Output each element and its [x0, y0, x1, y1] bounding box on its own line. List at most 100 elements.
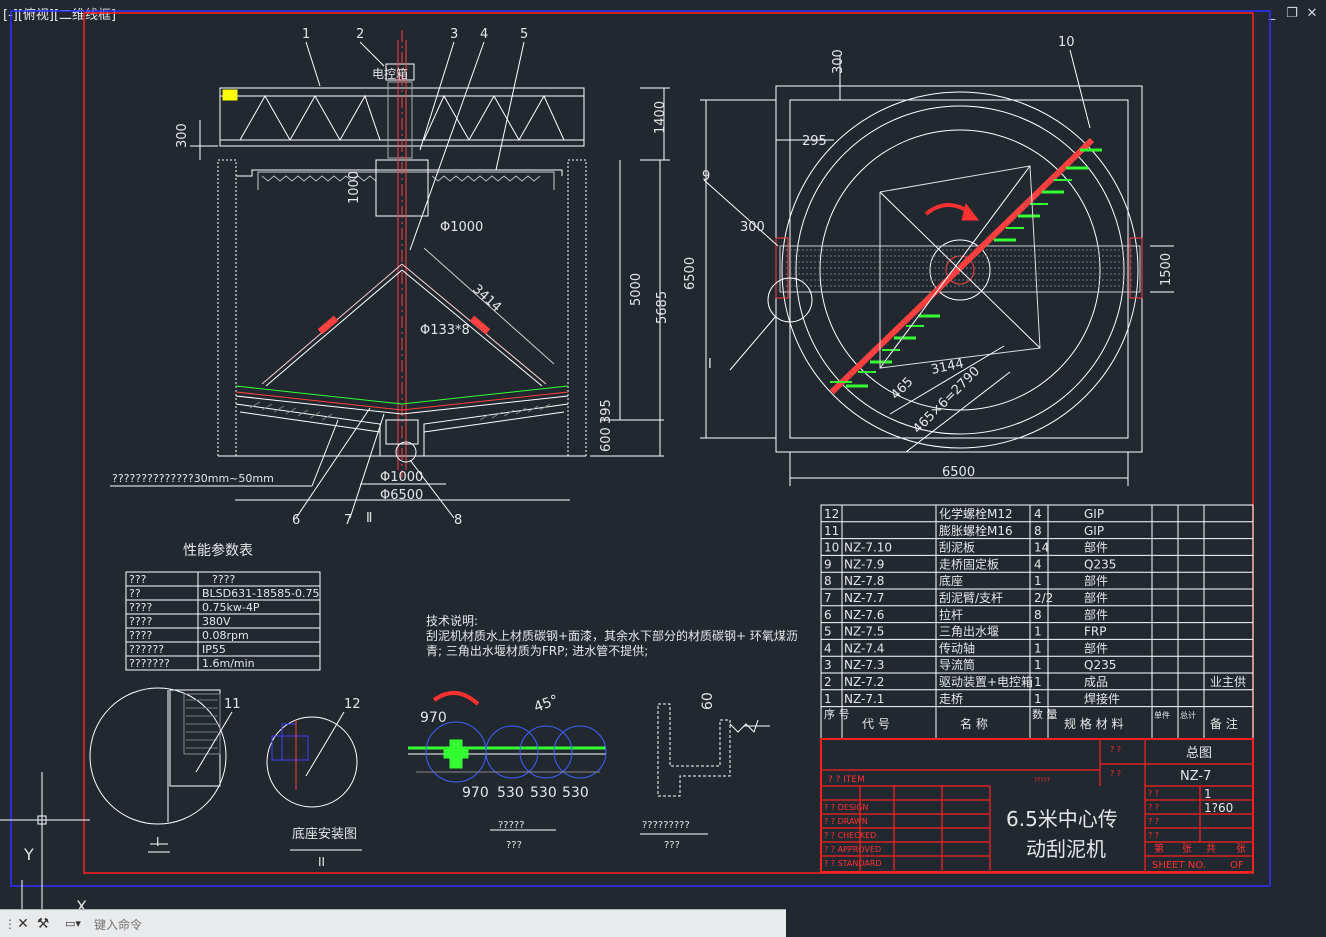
dim-3144: 3144	[930, 356, 965, 378]
bom-cell-no: 8	[824, 574, 832, 588]
callout-11: 11	[224, 697, 241, 712]
bom-cell-qty: 4	[1034, 557, 1042, 571]
tb-standard: ? ? STANDARD	[824, 859, 882, 868]
tb-sheet-b: 张	[1182, 843, 1192, 855]
tb-sheet-d: 张	[1236, 843, 1246, 855]
bom-cell-material: GIP	[1084, 507, 1104, 521]
drag-handle-icon[interactable]: ⋮	[4, 916, 16, 932]
tb-item-label: ? ? ITEM	[828, 775, 865, 785]
callout-5: 5	[520, 27, 528, 42]
command-history-icon[interactable]: ▭▾	[60, 915, 86, 933]
dim-phi1000-bottom: Φ1000	[380, 470, 423, 485]
callout-8: 8	[454, 513, 462, 528]
callout-6: 6	[292, 513, 300, 528]
bom-header-name: 名 称	[960, 716, 988, 731]
dim-1000: 1000	[347, 171, 362, 204]
dim-295: 295	[802, 134, 827, 149]
bom-cell-code: NZ-7.3	[844, 658, 884, 672]
bom-cell-no: 7	[824, 591, 832, 605]
detail-II-title: 底座安装图	[292, 826, 357, 842]
bom-cell-name: 膨胀螺栓M16	[939, 523, 1013, 538]
dim-phi6500: Φ6500	[380, 488, 423, 503]
perf-row-value: IP55	[202, 643, 226, 656]
bom-header-single: 单件	[1154, 710, 1170, 720]
bom-cell-material: GIP	[1084, 524, 1104, 538]
tb-design: ? ? DESIGN	[824, 803, 868, 812]
bom-cell-material: FRP	[1084, 625, 1106, 639]
dim-6500-vertical: 6500	[683, 257, 698, 290]
close-icon[interactable]: ✕	[14, 915, 32, 933]
bom-cell-name: 化学螺栓M12	[939, 506, 1013, 521]
wrench-icon[interactable]: ⚒	[34, 915, 52, 933]
bom-cell-no: 12	[824, 507, 839, 521]
tb-amount-label: ? ?	[1148, 789, 1159, 798]
scraper-dim-530-c: 530	[562, 785, 589, 801]
perf-row-label: ??	[129, 587, 141, 600]
bom-cell-material: 部件	[1084, 607, 1108, 622]
drawing-canvas[interactable]: 1 2 3 4 5 6 7 8 电控箱 300 1400 1000 Φ1000 …	[0, 0, 1326, 937]
scraper-dim-970: 970	[462, 785, 489, 801]
dim-300-left: 300	[740, 220, 765, 235]
ucs-y-label: Y	[23, 845, 34, 864]
tech-notes-line2: 青; 三角出水堰材质为FRP; 进水管不提供;	[426, 643, 648, 658]
dim-300-top: 300	[831, 49, 846, 74]
tank-wall-left	[217, 159, 237, 457]
tb-amount: 1	[1204, 787, 1212, 801]
perf-row-value: ????	[212, 573, 236, 586]
dim-1500: 1500	[1159, 253, 1174, 286]
bom-cell-no: 6	[824, 608, 832, 622]
callout-I: I	[708, 357, 712, 372]
bom-cell-code: NZ-7.9	[844, 557, 884, 571]
dim-5685: 5685	[655, 291, 670, 324]
bom-cell-material: 焊接件	[1084, 691, 1120, 706]
callout-10: 10	[1058, 35, 1075, 50]
bom-cell-name: 导流筒	[939, 657, 975, 672]
bom-cell-note: 业主供	[1210, 675, 1246, 689]
bom-cell-name: 走桥	[939, 692, 963, 706]
perf-row-value: 380V	[202, 615, 231, 628]
bom-cell-code: NZ-7.8	[844, 574, 884, 588]
bom-cell-code: NZ-7.2	[844, 675, 884, 689]
bom-header-qty: 数 量	[1032, 708, 1058, 721]
scraper-dim-45deg: 45°	[532, 692, 561, 716]
dim-600: 600	[599, 427, 614, 452]
tech-notes-line1: 刮泥机材质水上材质碳钢+面漆，其余水下部分的材质碳钢+ 环氧煤沥	[426, 628, 798, 643]
bom-cell-code: NZ-7.6	[844, 608, 884, 622]
bom-cell-name: 刮泥臂/支杆	[939, 591, 1003, 605]
tb-drawn: ? ? DRAWN	[824, 817, 868, 826]
perf-row-label: ???????	[129, 657, 170, 670]
bom-cell-code: NZ-7.4	[844, 641, 884, 655]
weir-dim-60: 60	[700, 692, 716, 710]
scraper-dim-530-a: 530	[497, 785, 524, 801]
bom-cell-code: NZ-7.7	[844, 591, 884, 605]
scraper-caption-1: ?????	[498, 820, 525, 831]
scraper-dim-970-top: 970	[420, 710, 447, 726]
perf-table-rows: ????????? BLSD631-18585-0.75???? 0.75kw-4P…	[129, 573, 320, 670]
bom-cell-name: 三角出水堰	[939, 625, 999, 639]
bom-cell-no: 4	[824, 641, 832, 655]
tech-notes-title: 技术说明:	[426, 613, 478, 628]
dim-3414: 3414	[469, 282, 504, 315]
detail-II-label: II	[318, 855, 325, 869]
scraper-caption-2: ???	[506, 840, 522, 851]
perf-row-label: ??????	[129, 643, 164, 656]
bom-cell-code: NZ-7.5	[844, 625, 884, 639]
tb-weight-label: ? ?	[1148, 817, 1159, 826]
bom-cell-qty: 1	[1034, 641, 1042, 655]
bom-header-material: 规 格 材 料	[1064, 716, 1123, 731]
tb-sheet-a: 第	[1154, 842, 1164, 855]
bom-cell-material: Q235	[1084, 658, 1116, 672]
tb-sheet-of: OF	[1230, 860, 1244, 871]
perf-table-title: 性能参数表	[183, 542, 253, 559]
callout-12: 12	[344, 697, 361, 712]
bom-cell-material: 部件	[1084, 540, 1108, 555]
callout-7: 7	[344, 513, 352, 528]
tb-item-mark: ?????	[1034, 777, 1050, 784]
bom-cell-code: NZ-7.10	[844, 541, 892, 555]
command-input[interactable]	[92, 914, 776, 936]
weir-caption-2: ???	[664, 840, 680, 851]
bom-cell-name: 传动轴	[939, 640, 975, 655]
bom-cell-qty: 1	[1034, 625, 1042, 639]
note-layer-thickness: ??????????????30mm~50mm	[112, 472, 274, 485]
tb-scale-label: ? ?	[1148, 803, 1159, 812]
